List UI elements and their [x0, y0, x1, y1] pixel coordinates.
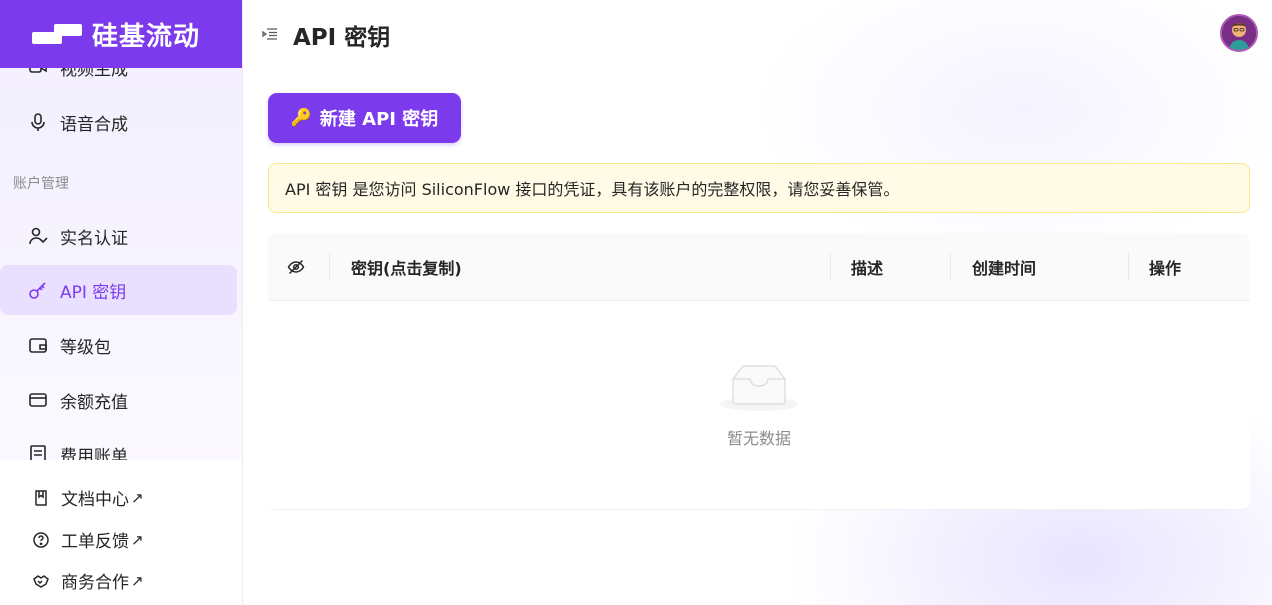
user-check-icon	[28, 226, 48, 246]
sidebar-item-label: 等级包	[60, 337, 111, 358]
key-emoji-icon: 🔑	[290, 108, 312, 128]
page-title: API 密钥	[293, 25, 391, 51]
column-header-key: 密钥(点击复制)	[351, 259, 462, 278]
link-label: 商务合作	[61, 573, 129, 593]
empty-text: 暂无数据	[726, 429, 791, 448]
sidebar-item-tts[interactable]: 语音合成	[0, 97, 237, 147]
microphone-icon	[28, 112, 48, 132]
sidebar-item-recharge[interactable]: 余额充值	[0, 375, 237, 425]
book-icon	[32, 489, 50, 507]
section-label-account: 账户管理	[13, 176, 69, 192]
column-header-created-at: 创建时间	[972, 259, 1037, 278]
sidebar-item-packages[interactable]: 等级包	[0, 320, 237, 370]
menu-collapse-icon[interactable]	[262, 26, 278, 42]
toggle-visibility-icon[interactable]	[287, 233, 305, 301]
column-header-actions: 操作	[1149, 259, 1182, 278]
external-link-icon: ↗	[131, 571, 144, 590]
brand-logo[interactable]: 硅基流动	[0, 0, 242, 68]
external-link-icon: ↗	[131, 530, 144, 549]
link-label: 工单反馈	[61, 532, 129, 552]
avatar[interactable]	[1220, 14, 1258, 52]
api-key-notice: API 密钥 是您访问 SiliconFlow 接口的凭证，具有该账户的完整权限…	[268, 163, 1250, 213]
sidebar-item-label: 余额充值	[60, 392, 128, 413]
help-circle-icon	[32, 531, 50, 549]
table-header: 密钥(点击复制) 描述 创建时间 操作	[268, 233, 1250, 301]
key-icon	[28, 280, 48, 300]
column-header-description: 描述	[851, 259, 884, 278]
link-label: 文档中心	[61, 490, 129, 510]
sidebar-item-verification[interactable]: 实名认证	[0, 211, 237, 261]
sidebar-item-api-keys[interactable]: API 密钥	[0, 265, 237, 315]
link-docs[interactable]: 文档中心 ↗	[32, 485, 144, 510]
wallet-icon	[28, 335, 48, 355]
link-business[interactable]: 商务合作 ↗	[32, 568, 144, 593]
link-tickets[interactable]: 工单反馈 ↗	[32, 527, 144, 552]
sidebar-item-label: API 密钥	[60, 282, 127, 303]
sidebar: 硅基流动 视频生成 语音合成 账户管理 实名认证 API 密钥 等级包 余额充值…	[0, 0, 243, 605]
sidebar-item-label: 语音合成	[60, 114, 128, 135]
table-empty-state: 暂无数据	[268, 301, 1250, 509]
api-keys-table: 密钥(点击复制) 描述 创建时间 操作 暂无数据	[268, 233, 1250, 510]
brand-name: 硅基流动	[92, 21, 201, 52]
notice-text: API 密钥 是您访问 SiliconFlow 接口的凭证，具有该账户的完整权限…	[285, 180, 900, 199]
create-api-key-label: 新建 API 密钥	[319, 109, 439, 130]
credit-card-icon	[28, 390, 48, 410]
sidebar-item-label: 实名认证	[60, 228, 128, 249]
sidebar-bottom-links: 文档中心 ↗ 工单反馈 ↗ 商务合作 ↗	[0, 460, 242, 605]
logo-icon	[32, 22, 82, 46]
handshake-icon	[32, 572, 50, 590]
empty-inbox-icon	[719, 359, 799, 413]
external-link-icon: ↗	[131, 488, 144, 507]
create-api-key-button[interactable]: 🔑 新建 API 密钥	[268, 93, 461, 143]
